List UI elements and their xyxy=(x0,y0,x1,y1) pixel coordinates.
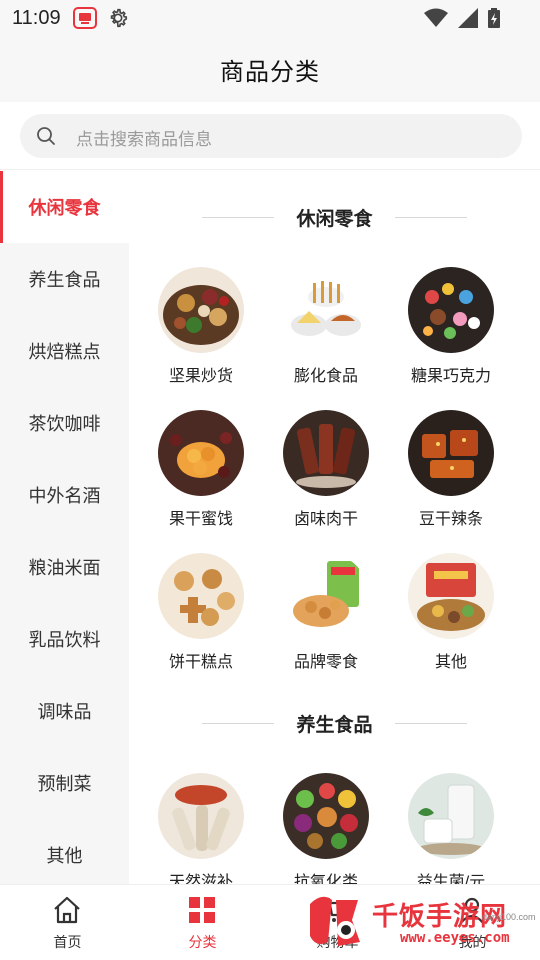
tile-label: 坚果炒货 xyxy=(168,368,233,385)
tile-label: 豆干辣条 xyxy=(418,511,483,528)
page-title: 商品分类 xyxy=(220,59,320,86)
tile-label: 膨化食品 xyxy=(293,368,358,385)
watermark-logo-icon xyxy=(310,896,360,946)
category-tile[interactable]: 坚果炒货 xyxy=(141,267,261,397)
tofu-spicy-strip-image xyxy=(408,410,494,496)
section-title: 养生食品 xyxy=(129,708,540,738)
tile-label: 饼干糕点 xyxy=(168,654,233,671)
sidebar-item-label: 预制菜 xyxy=(37,774,92,794)
sidebar-item[interactable]: 调味品 xyxy=(0,675,129,747)
nav-item-category[interactable]: 分类 xyxy=(135,885,270,960)
sidebar-item[interactable]: 养生食品 xyxy=(0,243,129,315)
nav-label: 分类 xyxy=(188,934,217,950)
search-bar-container: 点击搜索商品信息 xyxy=(0,102,540,170)
category-tile[interactable]: 饼干糕点 xyxy=(141,553,261,683)
divider xyxy=(202,216,275,218)
divider xyxy=(202,722,275,724)
category-tile[interactable]: 其他 xyxy=(391,553,511,683)
natural-tonic-image xyxy=(158,773,244,859)
status-time: 11:09 xyxy=(12,7,61,29)
wifi-icon xyxy=(424,8,448,27)
antioxidant-image xyxy=(283,773,369,859)
candy-chocolate-image xyxy=(408,267,494,353)
app-notification-icon xyxy=(73,7,97,29)
category-tile[interactable]: 益生菌/元 xyxy=(391,773,511,884)
section-title: 休闲零食 xyxy=(129,202,540,232)
nav-item-home[interactable]: 首页 xyxy=(0,885,135,960)
home-icon xyxy=(54,896,80,924)
header: 商品分类 xyxy=(0,36,540,102)
status-right-icons xyxy=(424,8,500,28)
category-tile[interactable]: 豆干辣条 xyxy=(391,410,511,540)
tile-label: 卤味肉干 xyxy=(293,511,358,528)
sidebar-item[interactable]: 预制菜 xyxy=(0,747,129,819)
brand-snacks-image xyxy=(283,553,369,639)
nuts-image xyxy=(158,267,244,353)
search-input[interactable]: 点击搜索商品信息 xyxy=(20,114,522,158)
sidebar-item-label: 乳品饮料 xyxy=(28,630,101,650)
search-placeholder: 点击搜索商品信息 xyxy=(76,130,212,149)
divider xyxy=(394,722,467,724)
sidebar-item-label: 烘焙糕点 xyxy=(28,342,101,362)
tile-label: 抗氧化类 xyxy=(293,874,358,884)
jerky-image xyxy=(283,410,369,496)
category-tile[interactable]: 膨化食品 xyxy=(266,267,386,397)
tile-label: 天然滋补 xyxy=(168,874,233,884)
site-watermark: 千饭手游网 www.eeyes.com danji100.com xyxy=(300,886,540,960)
watermark-url: www.eeyes.com xyxy=(400,930,510,946)
category-tile[interactable]: 天然滋补 xyxy=(141,773,261,884)
category-tile[interactable]: 果干蜜饯 xyxy=(141,410,261,540)
category-tile[interactable]: 抗氧化类 xyxy=(266,773,386,884)
tile-label: 其他 xyxy=(434,654,467,671)
other-snacks-image xyxy=(408,553,494,639)
sidebar-item[interactable]: 粮油米面 xyxy=(0,531,129,603)
sidebar-item-label: 养生食品 xyxy=(28,270,101,290)
watermark-sub: danji100.com xyxy=(482,912,536,922)
section-title-text: 休闲零食 xyxy=(296,208,373,230)
category-tile[interactable]: 品牌零食 xyxy=(266,553,386,683)
search-icon xyxy=(37,127,55,145)
category-tile[interactable]: 糖果巧克力 xyxy=(391,267,511,397)
tile-label: 果干蜜饯 xyxy=(168,511,233,528)
category-grid-icon xyxy=(189,897,215,923)
divider xyxy=(394,216,467,218)
sidebar-item[interactable]: 休闲零食 xyxy=(0,171,129,243)
sidebar-item[interactable]: 其他 xyxy=(0,819,129,891)
sidebar-item-label: 休闲零食 xyxy=(28,198,101,218)
sidebar-item-label: 粮油米面 xyxy=(28,558,101,578)
dried-fruit-image xyxy=(158,410,244,496)
section-title-text: 养生食品 xyxy=(296,714,373,736)
gear-icon xyxy=(110,8,128,28)
battery-icon xyxy=(488,8,500,28)
category-tile[interactable]: 卤味肉干 xyxy=(266,410,386,540)
signal-icon xyxy=(458,8,478,28)
tile-label: 益生菌/元 xyxy=(416,874,486,884)
sidebar-item-label: 茶饮咖啡 xyxy=(28,414,101,434)
sidebar-item-label: 中外名酒 xyxy=(28,486,101,506)
sidebar-item[interactable]: 烘焙糕点 xyxy=(0,315,129,387)
status-bar: 11:09 xyxy=(0,0,540,36)
tile-label: 品牌零食 xyxy=(293,654,358,671)
puffed-food-image xyxy=(283,267,369,353)
tile-label: 糖果巧克力 xyxy=(410,368,491,385)
sidebar-item[interactable]: 中外名酒 xyxy=(0,459,129,531)
sidebar-item[interactable]: 乳品饮料 xyxy=(0,603,129,675)
biscuits-image xyxy=(158,553,244,639)
probiotic-image xyxy=(408,773,494,859)
category-sidebar: 休闲零食 养生食品 烘焙糕点 茶饮咖啡 中外名酒 粮油米面 乳品饮料 调味品 预… xyxy=(0,171,129,884)
sidebar-item[interactable]: 茶饮咖啡 xyxy=(0,387,129,459)
sidebar-item-label: 其他 xyxy=(46,846,83,866)
nav-label: 首页 xyxy=(53,934,82,950)
sidebar-item-label: 调味品 xyxy=(37,702,92,722)
category-content: 休闲零食 坚果炒货 膨化食品 糖果巧克力 果干蜜饯 卤味肉干 豆干辣条 饼干糕点… xyxy=(129,171,540,884)
